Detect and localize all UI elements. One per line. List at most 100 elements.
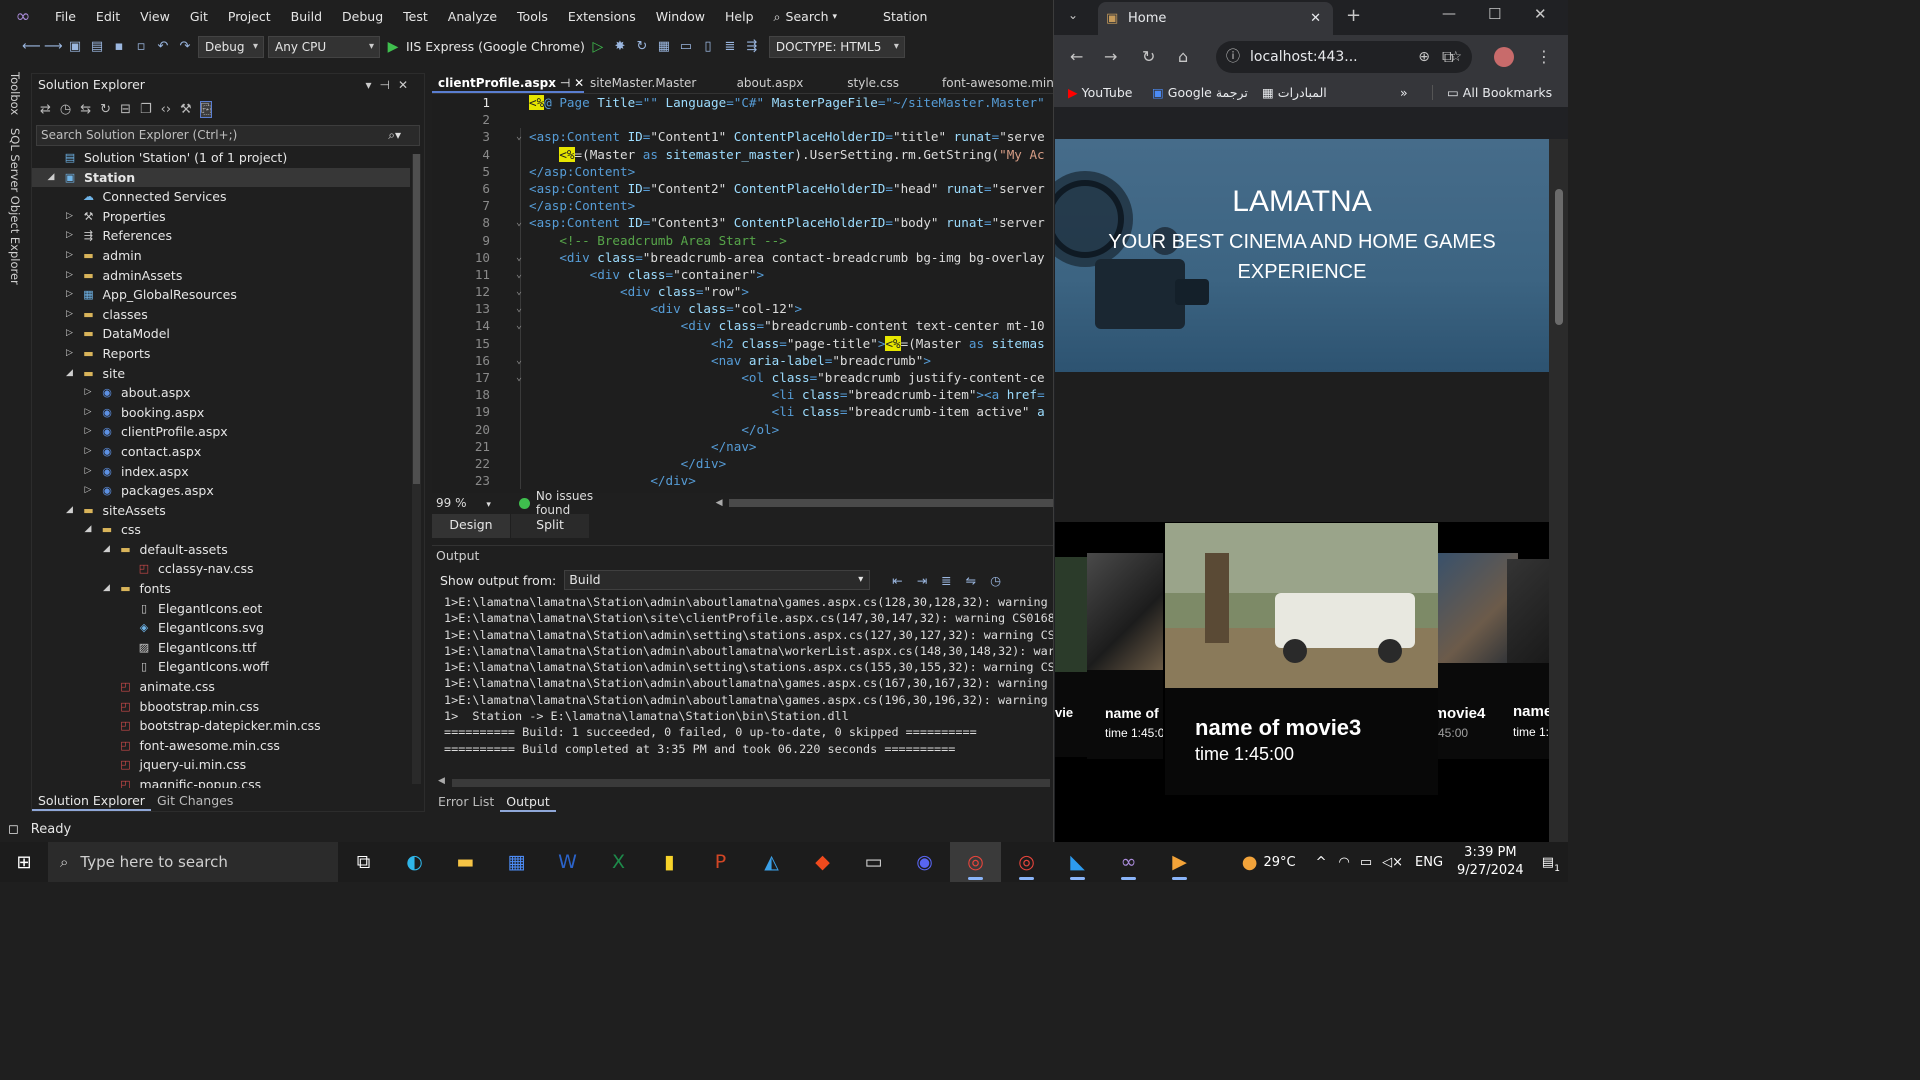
code-line[interactable]: 11 ⌄ <div class="container"> (432, 265, 1053, 284)
tree-item[interactable]: ▯ ElegantIcons.eot (32, 599, 410, 619)
word-icon[interactable]: W (542, 842, 593, 882)
collapsed-arrow-icon[interactable]: ▷ (65, 324, 75, 344)
tree-item[interactable]: ▷ ◉ packages.aspx (32, 481, 410, 501)
expanded-arrow-icon[interactable]: ◢ (65, 501, 75, 521)
tree-item[interactable]: ▷ ◉ clientProfile.aspx (32, 422, 410, 442)
menu-analyze[interactable]: Analyze (438, 0, 507, 33)
taskbar-search-input[interactable]: ⌕ Type here to search (48, 842, 338, 882)
fold-toggle-icon[interactable]: ⌄ (516, 266, 522, 283)
preview-selected-icon[interactable]: ⎘ (199, 100, 213, 118)
fold-toggle-icon[interactable]: ⌄ (516, 317, 522, 334)
code-line[interactable]: 14 ⌄ <div class="breadcrumb-content text-… (432, 317, 1053, 335)
collapsed-arrow-icon[interactable]: ▷ (65, 266, 75, 286)
bookmark-initiatives[interactable]: ▦ المبادرات (1262, 85, 1327, 100)
menu-window[interactable]: Window (646, 0, 715, 33)
store-icon[interactable]: ▦ (491, 842, 542, 882)
fold-toggle-icon[interactable]: ⌄ (516, 249, 522, 266)
address-bar[interactable]: ⓘ localhost:443... ⊕ ☆ (1216, 41, 1472, 73)
document-icon[interactable]: ▯ (699, 38, 717, 56)
extensions-icon[interactable]: ⧉ (1442, 47, 1453, 67)
code-line[interactable]: 18 <li class="breadcrumb-item"><a href= (432, 386, 1053, 404)
tree-item[interactable]: ▷ ◉ about.aspx (32, 383, 410, 403)
movie-card[interactable]: name time 1:4 (1507, 559, 1549, 759)
tree-item[interactable]: ▷ ▬ adminAssets (32, 266, 410, 286)
view-code-icon[interactable]: ‹› (161, 102, 171, 117)
menu-tools[interactable]: Tools (507, 0, 558, 33)
tab-split[interactable]: Split (511, 514, 589, 538)
code-line[interactable]: 9 <!-- Breadcrumb Area Start --> (432, 231, 1053, 249)
fold-toggle-icon[interactable]: ⌄ (516, 300, 522, 317)
notification-center-icon[interactable]: ▤ 1 (1542, 855, 1560, 874)
maximize-icon[interactable]: ☐ (1488, 5, 1501, 23)
fold-toggle-icon[interactable]: ⌄ (516, 128, 522, 145)
collapsed-arrow-icon[interactable]: ▷ (65, 344, 75, 364)
open-icon[interactable]: ▤ (88, 38, 106, 56)
tab-design[interactable]: Design (432, 514, 510, 538)
powerpoint-icon[interactable]: P (695, 842, 746, 882)
notification-icon[interactable]: ◻ (8, 822, 19, 837)
tree-item[interactable]: ◢ ▬ css (32, 520, 410, 540)
menu-test[interactable]: Test (393, 0, 438, 33)
menu-project[interactable]: Project (218, 0, 281, 33)
expanded-arrow-icon[interactable]: ◢ (102, 540, 112, 560)
browser-tab-home[interactable]: ▣ Home ✕ (1098, 2, 1333, 35)
scrollbar-track[interactable] (452, 779, 1050, 787)
movie-card-featured[interactable]: name of movie3 time 1:45:00 (1165, 523, 1438, 795)
code-line[interactable]: 16 ⌄ <nav aria-label="breadcrumb"> (432, 351, 1053, 369)
scroll-left-icon[interactable]: ◀ (438, 776, 445, 786)
collapsed-arrow-icon[interactable]: ▷ (83, 481, 93, 501)
page-scrollbar[interactable] (1549, 139, 1568, 842)
fold-toggle-icon[interactable]: ⌄ (516, 283, 522, 300)
tree-item[interactable]: ▨ ElegantIcons.ttf (32, 638, 410, 658)
output-source-dropdown[interactable]: Build (564, 570, 871, 590)
code-editor[interactable]: 1 <%@ Page Title="" Language="C#" MasterP… (432, 93, 1053, 493)
tree-item[interactable]: ▷ ◉ index.aspx (32, 462, 410, 482)
media-player-icon[interactable]: ▶ (1154, 842, 1205, 882)
forward-icon[interactable]: ⟶ (44, 38, 63, 56)
volume-icon[interactable]: ◁× (1382, 855, 1403, 870)
more-bookmarks-button[interactable]: » (1400, 85, 1408, 100)
switch-view-icon[interactable]: ⇄ (40, 102, 51, 117)
new-tab-icon[interactable]: + (1346, 5, 1361, 26)
refresh-icon[interactable]: ↻ (633, 38, 651, 56)
tree-item[interactable]: ◢ ▬ default-assets (32, 540, 410, 560)
close-tab-icon[interactable]: ⊣ ✕ (556, 76, 584, 90)
editor-tab[interactable]: about.aspx (731, 73, 842, 93)
tree-item[interactable]: ◢ ▣ Station (32, 167, 410, 188)
search-button[interactable]: ⌕ Search ▾ (774, 9, 838, 25)
code-line[interactable]: 2 (432, 111, 1053, 128)
fold-toggle-icon[interactable]: ⌄ (516, 369, 522, 386)
excel-icon[interactable]: X (593, 842, 644, 882)
tree-item[interactable]: ▷ ▬ admin (32, 246, 410, 266)
collapsed-arrow-icon[interactable]: ▷ (65, 226, 75, 246)
tab-solution-explorer[interactable]: Solution Explorer (32, 791, 151, 811)
code-line[interactable]: 17 ⌄ <ol class="breadcrumb justify-conten… (432, 369, 1053, 387)
properties-icon[interactable]: ⚒ (180, 102, 192, 117)
menu-edit[interactable]: Edit (86, 0, 130, 33)
undo-icon[interactable]: ↶ (154, 38, 172, 56)
code-line[interactable]: 7 </asp:Content> (432, 197, 1053, 215)
menu-help[interactable]: Help (715, 0, 764, 33)
tab-output[interactable]: Output (500, 792, 556, 812)
redo-icon[interactable]: ↷ (176, 38, 194, 56)
tree-item[interactable]: ▷ ◉ contact.aspx (32, 442, 410, 462)
save-all-icon[interactable]: ▫ (132, 38, 150, 56)
wifi-icon[interactable]: ◠ (1338, 855, 1349, 870)
run-icon[interactable]: ▶ (384, 38, 402, 56)
collapsed-arrow-icon[interactable]: ▷ (83, 462, 93, 482)
minimize-icon[interactable]: — (1442, 6, 1456, 22)
code-line[interactable]: 1 <%@ Page Title="" Language="C#" MasterP… (432, 94, 1053, 111)
language-indicator[interactable]: ENG (1415, 855, 1443, 870)
tree-item[interactable]: ☁ Connected Services (32, 187, 410, 207)
outline-icon[interactable]: ≣ (721, 38, 739, 56)
code-line[interactable]: 13 ⌄ <div class="col-12"> (432, 300, 1053, 318)
code-line[interactable]: 21 </nav> (432, 437, 1053, 455)
sticky-notes-icon[interactable]: ▮ (644, 842, 695, 882)
tree-item[interactable]: ◰ font-awesome.min.css (32, 736, 410, 756)
movie-card[interactable]: vie (1055, 557, 1089, 757)
menu-view[interactable]: View (130, 0, 180, 33)
tree-item[interactable]: ▷ ⇶ References (32, 226, 410, 246)
platform-dropdown[interactable]: Any CPU (268, 35, 380, 58)
menu-extensions[interactable]: Extensions (558, 0, 646, 33)
scrollbar-thumb[interactable] (1555, 189, 1563, 325)
